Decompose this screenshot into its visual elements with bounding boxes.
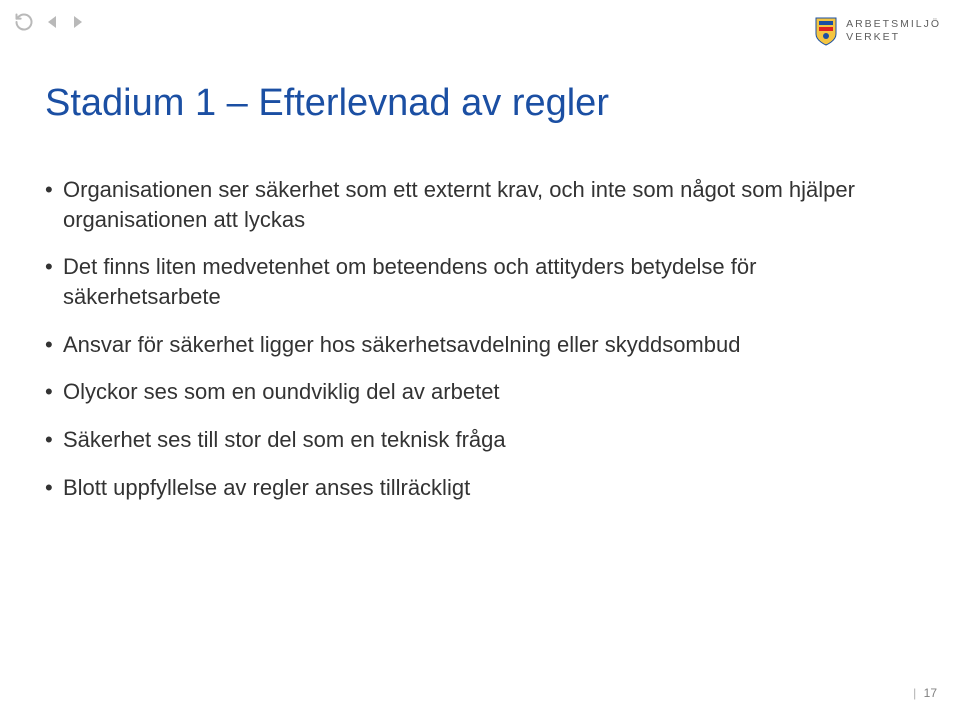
bullet-item: Ansvar för säkerhet ligger hos säkerhets…: [45, 330, 914, 360]
slide-title: Stadium 1 – Efterlevnad av regler: [45, 82, 914, 125]
crest-icon: [814, 16, 838, 46]
page-number: 17: [924, 686, 937, 700]
refresh-icon[interactable]: [14, 12, 34, 32]
bullet-item: Det finns liten medvetenhet om beteenden…: [45, 252, 914, 311]
bullet-item: Organisationen ser säkerhet som ett exte…: [45, 175, 914, 234]
prev-icon[interactable]: [44, 14, 60, 30]
brand-logo: ARBETSMILJÖ VERKET: [814, 16, 941, 46]
page-footer: | 17: [913, 686, 937, 700]
bullet-item: Blott uppfyllelse av regler anses tillrä…: [45, 473, 914, 503]
footer-separator: |: [913, 686, 916, 700]
brand-line2: VERKET: [846, 31, 941, 44]
next-icon[interactable]: [70, 14, 86, 30]
brand-text: ARBETSMILJÖ VERKET: [846, 18, 941, 44]
bullet-item: Säkerhet ses till stor del som en teknis…: [45, 425, 914, 455]
slide-content: Stadium 1 – Efterlevnad av regler Organi…: [45, 82, 914, 521]
bullet-list: Organisationen ser säkerhet som ett exte…: [45, 175, 914, 503]
bullet-item: Olyckor ses som en oundviklig del av arb…: [45, 377, 914, 407]
presentation-controls: [14, 12, 86, 32]
brand-line1: ARBETSMILJÖ: [846, 18, 941, 31]
